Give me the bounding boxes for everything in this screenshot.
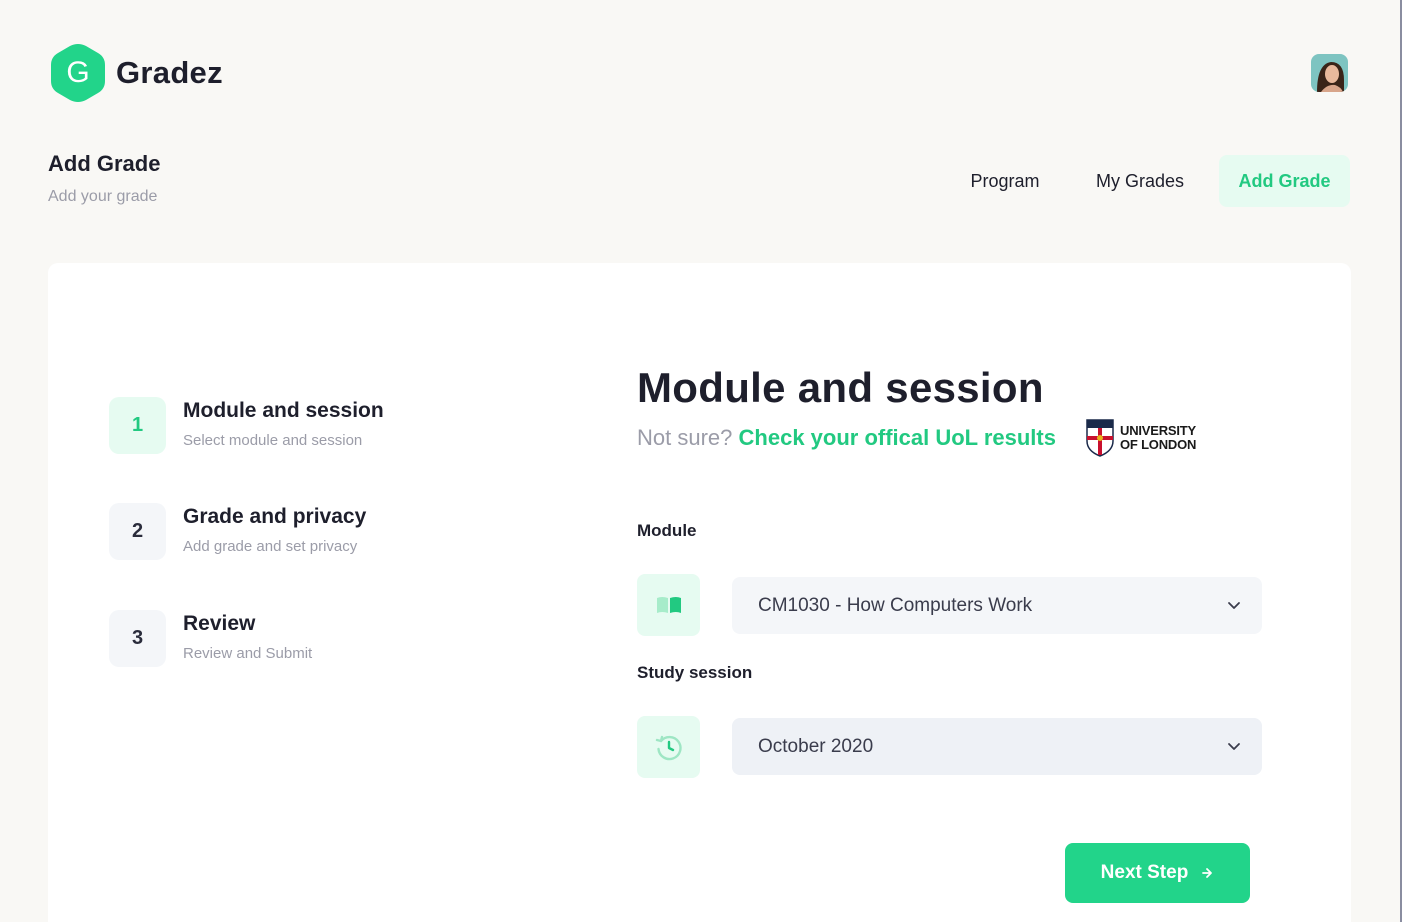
arrow-right-icon <box>1200 866 1214 880</box>
study-session-select[interactable]: October 2020 <box>732 718 1262 775</box>
book-icon <box>637 574 700 636</box>
page-title: Add Grade <box>48 151 161 176</box>
step-module-and-session[interactable]: 1 Module and session Select module and s… <box>109 397 384 454</box>
step-number: 1 <box>109 397 166 454</box>
study-session-label: Study session <box>637 663 753 682</box>
history-clock-icon <box>637 716 700 778</box>
user-avatar[interactable] <box>1311 54 1348 92</box>
page-subtitle: Add your grade <box>48 188 158 205</box>
crest-icon <box>1086 419 1114 457</box>
step-grade-and-privacy[interactable]: 2 Grade and privacy Add grade and set pr… <box>109 503 366 560</box>
step-subtitle: Select module and session <box>183 432 363 449</box>
chevron-down-icon <box>1226 597 1242 619</box>
section-title: Module and session <box>637 364 1044 411</box>
step-subtitle: Review and Submit <box>183 645 313 662</box>
step-number: 2 <box>109 503 166 560</box>
not-sure-label: Not sure? <box>637 425 733 450</box>
logo-letter: G <box>66 56 90 89</box>
step-title: Module and session <box>183 399 384 422</box>
university-of-london-logo: UNIVERSITY OF LONDON <box>1086 419 1196 457</box>
module-select-value: CM1030 - How Computers Work <box>758 594 1033 616</box>
step-number: 3 <box>109 610 166 667</box>
module-label: Module <box>637 521 697 540</box>
next-step-button[interactable]: Next Step <box>1065 843 1250 903</box>
logo-hexagon-icon: G <box>50 44 106 102</box>
next-step-label: Next Step <box>1100 862 1189 883</box>
nav-add-grade[interactable]: Add Grade <box>1219 155 1350 207</box>
chevron-down-icon <box>1226 738 1242 760</box>
nav-program[interactable]: Program <box>950 155 1060 207</box>
step-title: Review <box>183 612 256 635</box>
step-subtitle: Add grade and set privacy <box>183 538 358 555</box>
module-select[interactable]: CM1030 - How Computers Work <box>732 577 1262 634</box>
uol-logo-line1: UNIVERSITY <box>1120 423 1197 438</box>
study-session-select-value: October 2020 <box>758 735 874 757</box>
help-text: Not sure? Check your offical UoL results <box>637 425 1056 451</box>
uol-logo-line2: OF LONDON <box>1120 437 1197 452</box>
brand-logo[interactable]: G Gradez <box>50 44 223 102</box>
nav-my-grades[interactable]: My Grades <box>1080 155 1200 207</box>
step-title: Grade and privacy <box>183 505 367 528</box>
uol-results-link[interactable]: Check your offical UoL results <box>739 425 1056 450</box>
brand-name: Gradez <box>116 55 223 90</box>
step-review[interactable]: 3 Review Review and Submit <box>109 610 312 667</box>
